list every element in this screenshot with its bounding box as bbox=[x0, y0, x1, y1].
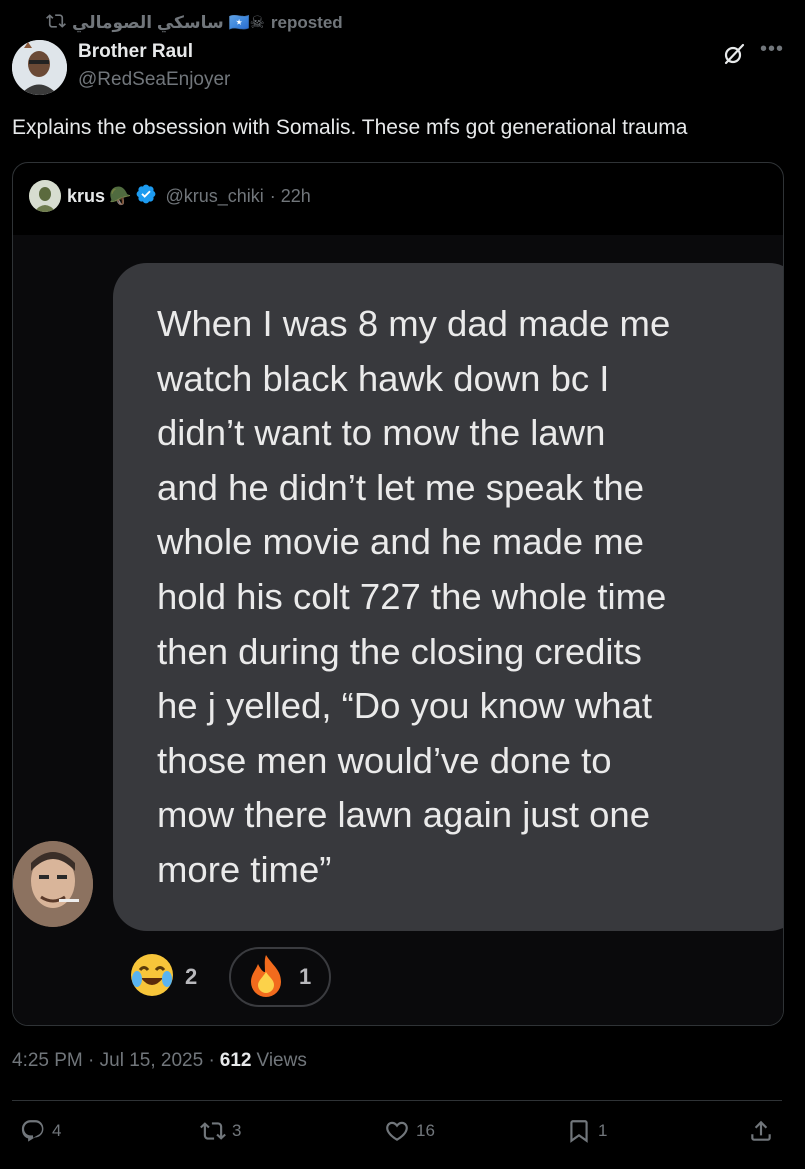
share-button[interactable] bbox=[748, 1118, 774, 1144]
like-button[interactable]: 16 bbox=[384, 1118, 435, 1144]
message-bubble: When I was 8 my dad made me watch black … bbox=[113, 263, 783, 931]
repost-user[interactable]: ساسكي الصومالي 🇸🇴☠ bbox=[72, 13, 265, 33]
author-avatar[interactable] bbox=[12, 40, 67, 95]
tweet-timestamp[interactable]: 4:25 PM · Jul 15, 2025 · bbox=[12, 1050, 215, 1072]
repost-icon bbox=[46, 11, 66, 36]
tweet-text: Explains the obsession with Somalis. The… bbox=[12, 116, 688, 139]
share-icon bbox=[751, 1120, 771, 1141]
sender-avatar bbox=[13, 841, 93, 927]
helmet-emoji-icon: 🪖 bbox=[109, 185, 132, 206]
quoted-handle[interactable]: @krus_chiki bbox=[165, 186, 263, 207]
reaction-laugh: 2 bbox=[129, 947, 197, 1007]
repost-action-icon bbox=[200, 1122, 226, 1140]
bookmark-icon bbox=[570, 1120, 588, 1143]
repost-count: 3 bbox=[232, 1121, 242, 1140]
heart-icon bbox=[386, 1121, 408, 1141]
fire-emoji-icon bbox=[243, 952, 289, 1003]
views-label: Views bbox=[256, 1050, 307, 1071]
verified-badge-icon bbox=[135, 183, 157, 210]
quoted-tweet[interactable]: krus 🪖 @krus_chiki · 22h When I was 8 my… bbox=[12, 162, 784, 1026]
tweet-meta: 4:25 PM · Jul 15, 2025 · 612 Views bbox=[12, 1050, 307, 1072]
reply-icon bbox=[21, 1120, 44, 1142]
grok-icon[interactable] bbox=[722, 42, 746, 66]
repost-label: reposted bbox=[270, 13, 343, 32]
quoted-time[interactable]: · 22h bbox=[270, 186, 311, 207]
quoted-header: krus 🪖 @krus_chiki · 22h bbox=[29, 179, 311, 213]
reaction-fire: 1 bbox=[229, 947, 332, 1007]
divider bbox=[12, 1100, 782, 1101]
quoted-media-image[interactable]: When I was 8 my dad made me watch black … bbox=[13, 235, 783, 1025]
laugh-emoji-icon bbox=[129, 952, 175, 1003]
fire-count: 1 bbox=[299, 964, 312, 989]
repost-indicator[interactable]: ساسكي الصومالي 🇸🇴☠ reposted bbox=[46, 10, 343, 36]
bookmark-button[interactable]: 1 bbox=[566, 1118, 607, 1144]
views-count: 612 bbox=[219, 1050, 252, 1071]
bookmark-count: 1 bbox=[598, 1121, 608, 1140]
reply-count: 4 bbox=[52, 1121, 62, 1140]
like-count: 16 bbox=[416, 1121, 435, 1140]
repost-button[interactable]: 3 bbox=[200, 1118, 241, 1144]
author-name[interactable]: Brother Raul bbox=[78, 41, 193, 63]
laugh-count: 2 bbox=[185, 964, 198, 989]
author-handle[interactable]: @RedSeaEnjoyer bbox=[78, 69, 230, 91]
message-text: When I was 8 my dad made me watch black … bbox=[157, 303, 671, 890]
reply-button[interactable]: 4 bbox=[20, 1118, 61, 1144]
quoted-name[interactable]: krus bbox=[67, 186, 105, 207]
action-bar: 4 3 16 1 bbox=[12, 1112, 788, 1154]
more-options-icon[interactable]: ••• bbox=[760, 38, 784, 61]
quoted-avatar[interactable] bbox=[29, 180, 61, 212]
